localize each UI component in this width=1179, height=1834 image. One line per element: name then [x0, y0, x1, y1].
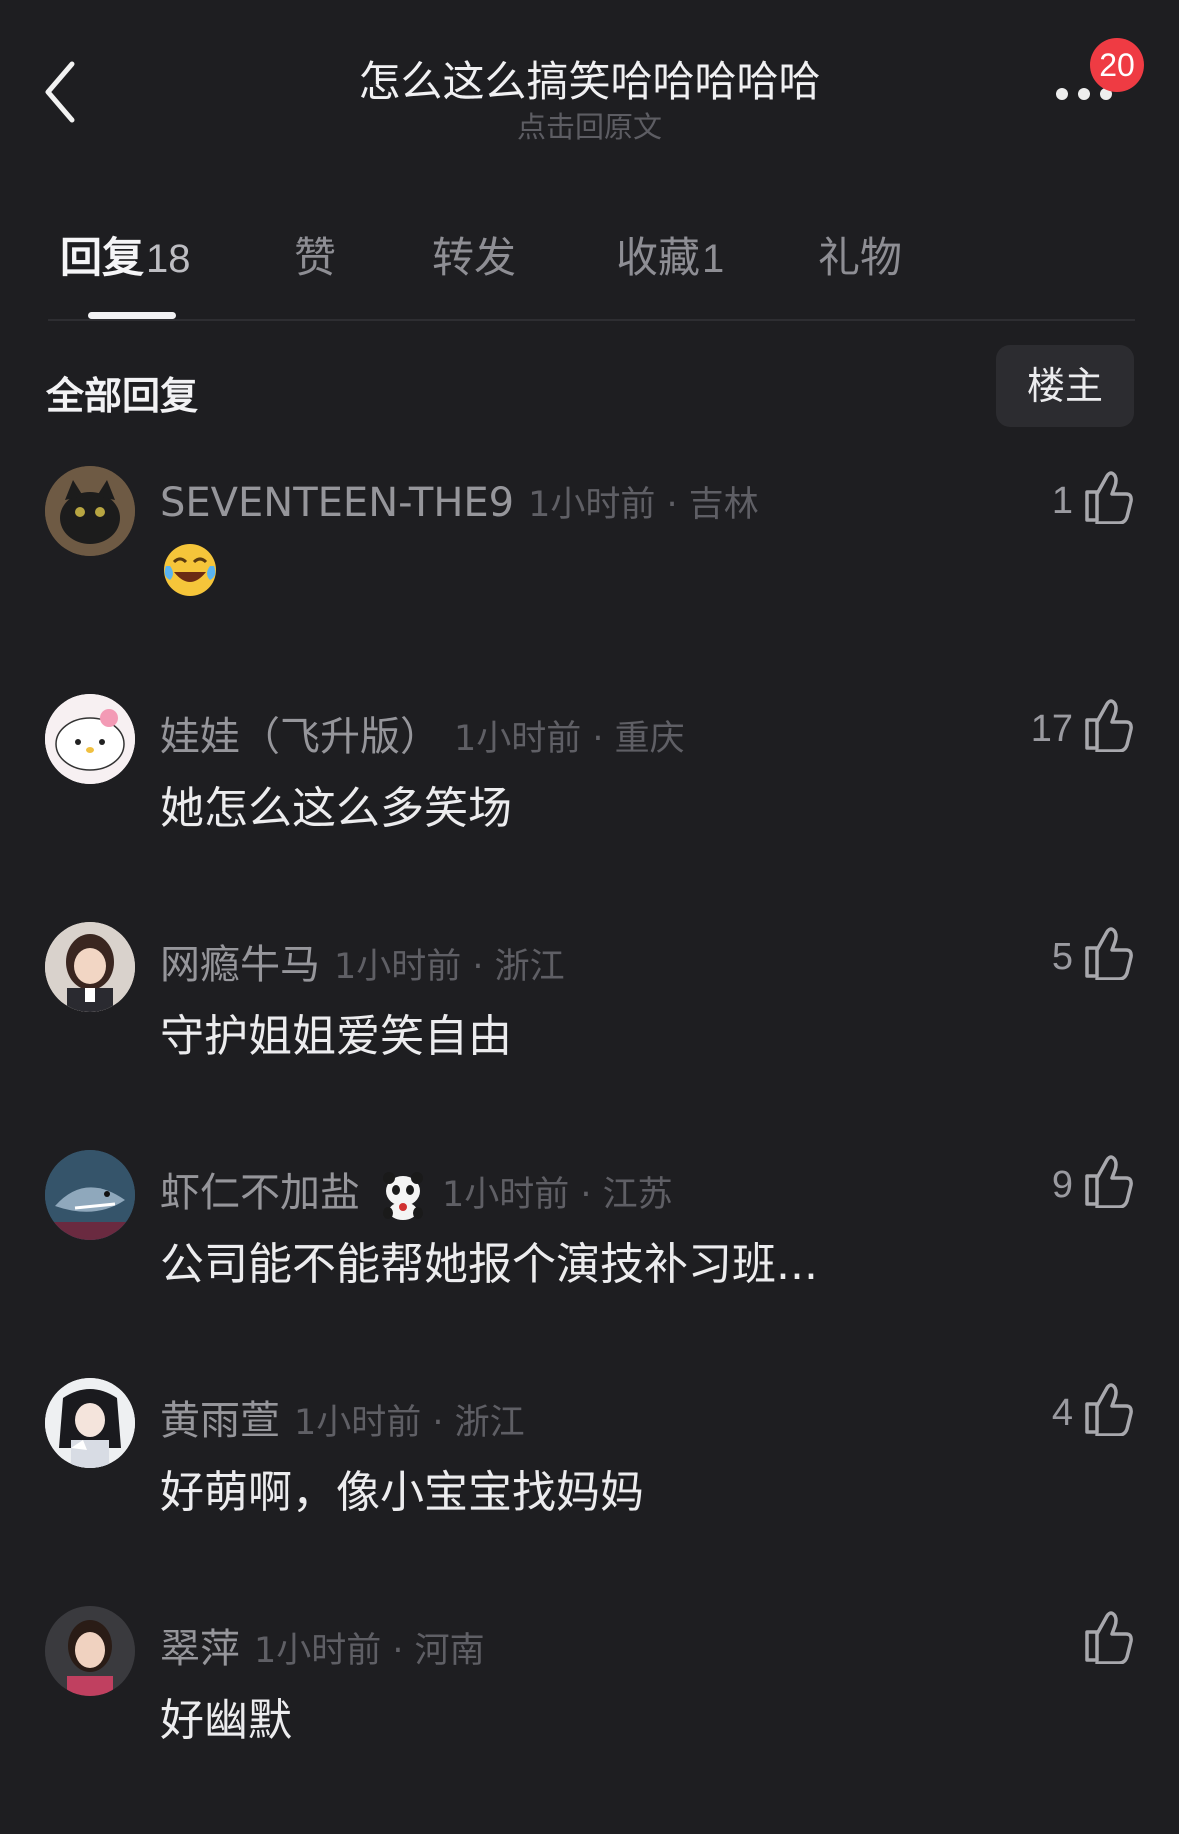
woman-avatar-image [45, 1606, 135, 1696]
tab-bar: 回复18 赞 转发 收藏1 礼物 [0, 224, 1179, 304]
tab-label: 收藏 [616, 233, 701, 282]
avatar[interactable] [45, 1606, 135, 1696]
like-count: 4 [1051, 1392, 1073, 1434]
tab-label: 回复 [60, 233, 145, 282]
hello-kitty-avatar-image [45, 694, 135, 784]
avatar[interactable] [45, 922, 135, 1012]
comment-meta: 1小时前 · 江苏 [442, 1175, 673, 1215]
active-tab-indicator [88, 312, 176, 319]
username[interactable]: 黄雨萱 1小时前 · 浙江 [160, 1388, 525, 1446]
comment-meta: 1小时前 · 河南 [254, 1631, 485, 1671]
username-text: SEVENTEEN-THE9 [160, 480, 515, 526]
notification-badge: 20 [1090, 38, 1144, 92]
comment-text: 好萌啊，像小宝宝找妈妈 [160, 1467, 644, 1518]
comment-item[interactable]: 娃娃（飞升版） 1小时前 · 重庆 她怎么这么多笑场 17 [0, 694, 1179, 922]
section-title: 全部回复 [46, 374, 199, 418]
username[interactable]: SEVENTEEN-THE9 1小时前 · 吉林 [160, 476, 759, 527]
like-count: 17 [1030, 708, 1073, 750]
tab-count: 18 [146, 237, 191, 281]
thumbs-up-icon [1085, 1155, 1133, 1208]
comment-meta: 1小时前 · 吉林 [528, 485, 759, 525]
comment-text [160, 544, 220, 611]
username[interactable]: 娃娃（飞升版） 1小时前 · 重庆 [160, 704, 685, 762]
comment-meta: 1小时前 · 浙江 [334, 947, 565, 987]
tab-favorites[interactable]: 收藏1 [616, 224, 724, 285]
username-text: 翠萍 [160, 1626, 240, 1672]
thumbs-up-icon [1085, 699, 1133, 752]
top-bar: 怎么这么搞笑哈哈哈哈哈 点击回原文 20 [0, 0, 1179, 150]
thumbs-up-icon [1085, 1611, 1133, 1664]
avatar[interactable] [45, 466, 135, 556]
username-text: 黄雨萱 [160, 1398, 280, 1444]
like-count: 9 [1051, 1164, 1073, 1206]
thumbs-up-icon [1085, 471, 1133, 524]
comment-item[interactable]: 网瘾牛马 1小时前 · 浙江 守护姐姐爱笑自由 5 [0, 922, 1179, 1150]
girl-avatar-image [45, 922, 135, 1012]
comment-text: 公司能不能帮她报个演技补习班... [160, 1239, 818, 1290]
tab-likes[interactable]: 赞 [294, 224, 336, 285]
owner-filter-button[interactable]: 楼主 [996, 345, 1134, 427]
tab-label: 转发 [432, 233, 517, 282]
tab-divider [48, 319, 1135, 321]
username-text: 网瘾牛马 [160, 942, 320, 988]
anime-girl-avatar-image [45, 1378, 135, 1468]
tab-label: 赞 [294, 233, 337, 282]
tab-reposts[interactable]: 转发 [432, 224, 516, 285]
comment-meta: 1小时前 · 浙江 [294, 1403, 525, 1443]
view-original-link[interactable]: 点击回原文 [0, 104, 1179, 146]
like-count: 5 [1051, 936, 1073, 978]
username-text: 娃娃（飞升版） [160, 714, 440, 760]
comment-text: 好幽默 [160, 1695, 292, 1746]
username-text: 虾仁不加盐 [160, 1170, 360, 1216]
laughing-tears-emoji [164, 544, 216, 596]
avatar[interactable] [45, 1150, 135, 1240]
tab-gifts[interactable]: 礼物 [818, 224, 902, 285]
comment-item[interactable]: 虾仁不加盐 1小时前 · 江苏 公司能不能帮她报个演技补习班... 9 [0, 1150, 1179, 1378]
tab-count: 1 [702, 237, 725, 281]
username[interactable]: 网瘾牛马 1小时前 · 浙江 [160, 932, 565, 990]
comment-meta: 1小时前 · 重庆 [454, 719, 685, 759]
username[interactable]: 虾仁不加盐 1小时前 · 江苏 [160, 1160, 673, 1221]
comment-text: 她怎么这么多笑场 [160, 783, 512, 834]
more-dot [1078, 88, 1090, 100]
more-dots-icon [1056, 88, 1068, 100]
comment-item[interactable]: SEVENTEEN-THE9 1小时前 · 吉林 1 [0, 466, 1179, 694]
panda-icon [383, 1172, 423, 1220]
thumbs-up-icon [1085, 927, 1133, 980]
shark-avatar-image [45, 1150, 135, 1240]
comment-text: 守护姐姐爱笑自由 [160, 1011, 512, 1062]
tab-replies[interactable]: 回复18 [60, 224, 191, 285]
avatar[interactable] [45, 694, 135, 784]
username[interactable]: 翠萍 1小时前 · 河南 [160, 1616, 485, 1674]
cat-avatar-image [45, 466, 135, 556]
avatar[interactable] [45, 1378, 135, 1468]
post-title: 怎么这么搞笑哈哈哈哈哈 [358, 57, 821, 106]
tab-label: 礼物 [818, 233, 903, 282]
thumbs-up-icon [1085, 1383, 1133, 1436]
like-count: 1 [1051, 480, 1073, 522]
comment-item[interactable]: 黄雨萱 1小时前 · 浙江 好萌啊，像小宝宝找妈妈 4 [0, 1378, 1179, 1606]
